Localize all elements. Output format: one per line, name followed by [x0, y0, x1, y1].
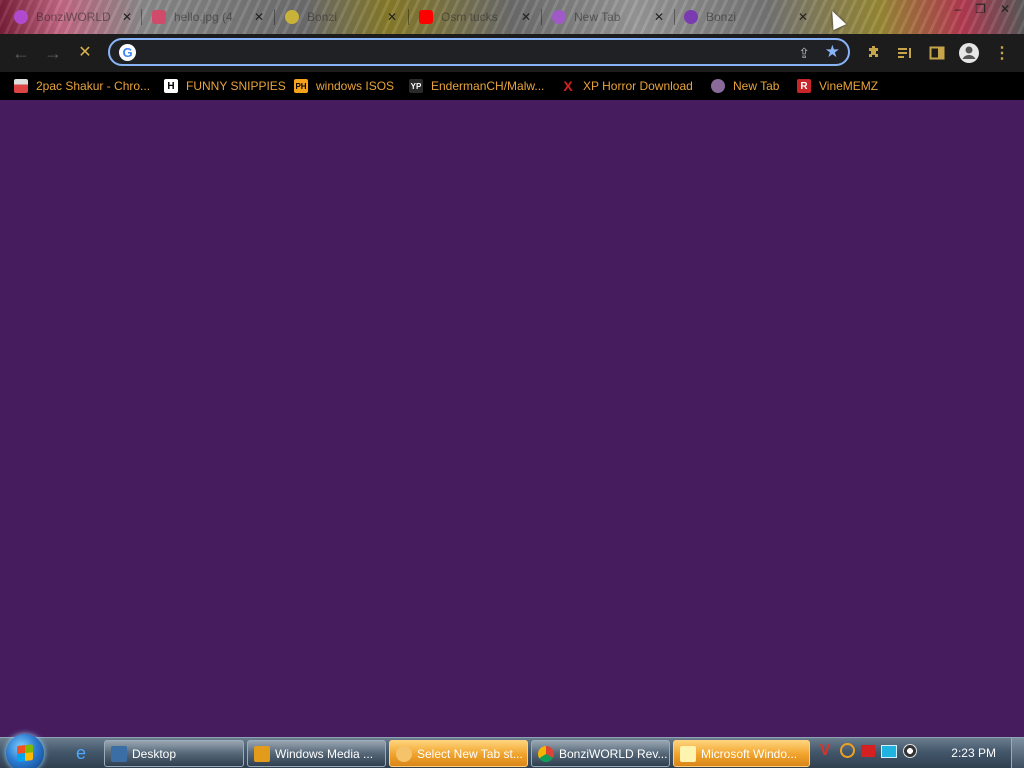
system-tray: V [816, 742, 917, 760]
desktop-icon [111, 745, 127, 762]
close-window-button[interactable]: ✕ [1000, 2, 1010, 16]
taskbar-item-media-player[interactable]: Windows Media ... [247, 740, 386, 767]
page-content [0, 100, 1024, 737]
x-logo-icon: X [563, 78, 573, 94]
tab-title: Bonzi [307, 10, 338, 24]
taskbar-item-label: Microsoft Windo... [701, 746, 798, 761]
bookmark-label: 2pac Shakur - Chro... [36, 79, 151, 93]
tab-5[interactable]: Bonzi ✕ [684, 5, 814, 29]
google-icon: G [119, 44, 136, 61]
extensions-icon[interactable] [863, 42, 885, 64]
bookmark-label: windows ISOS [316, 79, 395, 93]
tab-favicon-icon [552, 10, 566, 24]
omnibox-input[interactable] [142, 43, 786, 63]
start-button[interactable] [6, 734, 44, 768]
ph-logo-icon: PH [294, 79, 308, 93]
share-icon[interactable]: ⇪ [798, 45, 810, 62]
tab-2[interactable]: Bonzi ✕ [285, 5, 403, 29]
close-icon[interactable]: ✕ [387, 10, 397, 24]
media-controls-icon[interactable] [894, 42, 916, 64]
bookmark-star-icon[interactable]: ★ [825, 42, 840, 62]
r-logo-icon: R [797, 79, 811, 93]
v-tray-icon[interactable]: V [816, 742, 834, 760]
bookmark-item[interactable]: New Tab [711, 77, 779, 95]
show-desktop-button[interactable] [1011, 738, 1024, 768]
flag-tray-icon[interactable] [861, 745, 875, 757]
window-controls: – ❐ ✕ [954, 2, 1010, 16]
bookmarks-bar: 2pac Shakur - Chro... H FUNNY SNIPPIES P… [0, 72, 1024, 100]
bookmark-item[interactable]: 2pac Shakur - Chro... [14, 77, 150, 95]
bookmark-item[interactable]: H FUNNY SNIPPIES [164, 77, 286, 95]
tab-3[interactable]: Osm tucks ✕ [419, 5, 537, 29]
search-tray-icon[interactable] [840, 743, 855, 758]
bookmark-label: XP Horror Download [583, 79, 693, 93]
tab-favicon-icon [152, 10, 166, 24]
minimize-button[interactable]: – [954, 2, 961, 16]
close-icon[interactable]: ✕ [122, 10, 132, 24]
tab-separator [274, 9, 275, 25]
media-player-icon [254, 745, 270, 762]
taskbar-item-chrome[interactable]: BonziWORLD Rev... [531, 740, 670, 767]
youtube-icon [419, 10, 433, 24]
chrome-icon [538, 745, 554, 762]
tab-1[interactable]: hello.jpg (4 ✕ [152, 5, 270, 29]
internet-explorer-icon[interactable]: e [70, 742, 92, 764]
close-icon[interactable]: ✕ [254, 10, 264, 24]
app-icon [396, 745, 412, 762]
chrome-web-store-icon [14, 79, 28, 93]
h-logo-icon: H [164, 79, 178, 93]
tab-title: New Tab [574, 10, 621, 24]
taskbar-item-select-new-tab[interactable]: Select New Tab st... [389, 740, 528, 767]
tab-title: hello.jpg (4 [174, 10, 233, 24]
browser-toolbar: ← → ✕ G ⇪ ★ ⋮ [0, 34, 1024, 72]
maximize-button[interactable]: ❐ [975, 2, 986, 16]
volume-tray-icon[interactable] [903, 744, 917, 758]
side-panel-icon[interactable] [926, 42, 948, 64]
taskbar-item-microsoft-windows[interactable]: Microsoft Windo... [673, 740, 810, 767]
tab-title: BonziWORLD [36, 10, 111, 24]
address-bar[interactable]: G ⇪ ★ [108, 38, 850, 66]
bookmark-label: New Tab [733, 79, 780, 93]
taskbar: e Desktop Windows Media ... Select New T… [0, 734, 1024, 768]
taskbar-item-label: Select New Tab st... [417, 746, 523, 761]
bookmark-label: VineMEMZ [819, 79, 879, 93]
windows-logo-icon [17, 744, 33, 762]
tab-title: Bonzi [706, 10, 737, 24]
taskbar-item-desktop[interactable]: Desktop [104, 740, 244, 767]
tab-separator [674, 9, 675, 25]
tab-separator [408, 9, 409, 25]
yp-logo-icon: YP [409, 79, 423, 93]
taskbar-clock[interactable]: 2:23 PM [951, 746, 996, 760]
profile-avatar-icon[interactable] [958, 42, 980, 64]
close-icon[interactable]: ✕ [521, 10, 531, 24]
close-icon[interactable]: ✕ [654, 10, 664, 24]
tab-favicon-icon [14, 10, 28, 24]
bookmark-label: EndermanCH/Malw... [431, 79, 545, 93]
menu-icon[interactable]: ⋮ [991, 42, 1013, 64]
new-tab-favicon-icon [711, 79, 725, 93]
taskbar-item-label: Desktop [132, 746, 177, 761]
back-button[interactable]: ← [10, 42, 32, 64]
tab-favicon-icon [684, 10, 698, 24]
bookmark-item[interactable]: PH windows ISOS [294, 77, 394, 95]
tab-title: Osm tucks [441, 10, 498, 24]
tab-favicon-icon [285, 10, 299, 24]
tab-0[interactable]: BonziWORLD ✕ [14, 5, 138, 29]
bookmark-item[interactable]: X XP Horror Download [561, 77, 693, 95]
close-icon[interactable]: ✕ [798, 10, 808, 24]
tab-strip: BonziWORLD ✕ hello.jpg (4 ✕ Bonzi ✕ Osm … [0, 0, 1024, 34]
network-tray-icon[interactable] [881, 745, 897, 758]
bookmark-item[interactable]: YP EndermanCH/Malw... [409, 77, 544, 95]
bookmark-item[interactable]: R VineMEMZ [797, 77, 878, 95]
taskbar-item-label: BonziWORLD Rev... [559, 746, 668, 761]
forward-button[interactable]: → [42, 42, 64, 64]
tab-separator [541, 9, 542, 25]
taskbar-item-label: Windows Media ... [275, 746, 374, 761]
tab-separator [141, 9, 142, 25]
tab-4[interactable]: New Tab ✕ [552, 5, 670, 29]
bookmark-label: FUNNY SNIPPIES [186, 79, 286, 93]
warning-icon [680, 745, 696, 762]
stop-loading-button[interactable]: ✕ [74, 42, 96, 64]
